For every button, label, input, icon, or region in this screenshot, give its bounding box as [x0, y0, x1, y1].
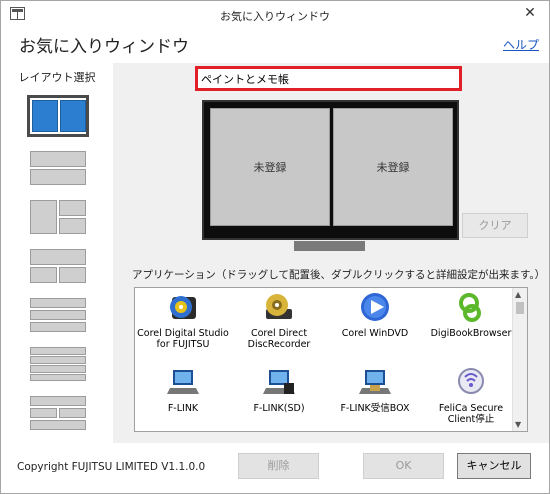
- layout-cell: [30, 420, 86, 430]
- app-name-line1: F-LINK受信BOX: [340, 403, 410, 414]
- layout-cell: [30, 408, 57, 418]
- app-name-line1: Corel WinDVD: [341, 328, 409, 339]
- app-item-f-link[interactable]: F-LINK: [135, 366, 231, 414]
- dvd-play-icon: [361, 293, 389, 321]
- layout-cell: [30, 298, 86, 308]
- layout-cell: [30, 356, 86, 364]
- layout-option-two-vertical[interactable]: [27, 95, 89, 137]
- app-item-corel-direct-discrecorder[interactable]: Corel Direct DiscRecorder: [231, 291, 327, 350]
- slot-1-label: 未登録: [253, 161, 287, 174]
- layout-option-four-rows[interactable]: [27, 343, 89, 385]
- laptop-inbox-icon: [359, 370, 391, 394]
- disc-recorder-icon: [266, 294, 292, 319]
- slot-2[interactable]: 未登録: [333, 108, 453, 226]
- app-item-digibookbrowser[interactable]: DigiBookBrowser: [423, 291, 519, 339]
- slot-2-label: 未登録: [376, 161, 410, 174]
- layout-option-three-left-large[interactable]: [27, 196, 89, 238]
- app-name-line2: DiscRecorder: [247, 339, 311, 350]
- app-name-line1: DigiBookBrowser: [430, 328, 512, 339]
- laptop-sd-icon: [263, 370, 295, 394]
- app-name-line1: FeliCa Secure: [438, 403, 504, 414]
- close-icon[interactable]: ✕: [519, 3, 541, 23]
- clear-button[interactable]: クリア: [462, 213, 528, 238]
- favorite-name-input[interactable]: [198, 69, 459, 88]
- ok-button[interactable]: OK: [363, 453, 444, 479]
- layout-option-four-grid[interactable]: [27, 392, 89, 434]
- app-name-line1: F-LINK: [167, 403, 199, 414]
- felica-icon: [458, 368, 484, 394]
- app-list-scrollbar[interactable]: ▲ ▼: [512, 288, 527, 431]
- layout-sidebar: レイアウト選択: [1, 63, 113, 443]
- app-name-line2: for FUJITSU: [156, 339, 210, 350]
- layout-select-label: レイアウト選択: [18, 71, 96, 84]
- layout-cell: [59, 218, 86, 234]
- layout-cell: [30, 200, 57, 234]
- app-name-line1: F-LINK(SD): [253, 403, 305, 414]
- layout-cell: [30, 310, 86, 320]
- cancel-button[interactable]: キャンセル: [457, 453, 531, 479]
- app-item-felica-secure-client[interactable]: FeliCa Secure Client停止: [423, 366, 519, 425]
- layout-cell: [30, 249, 86, 265]
- laptop-icon: [167, 370, 199, 394]
- scroll-thumb[interactable]: [516, 302, 524, 314]
- app-item-f-link-sd[interactable]: F-LINK(SD): [231, 366, 327, 414]
- app-section: アプリケーション（ドラッグして配置後、ダブルクリックすると詳細設定が出来ます。）…: [113, 251, 549, 443]
- page-title: お気に入りウィンドウ: [19, 37, 189, 57]
- layout-option-three-rows[interactable]: [27, 294, 89, 336]
- layout-cell: [30, 322, 86, 332]
- app-item-corel-digital-studio[interactable]: Corel Digital Studio for FUJITSU: [135, 291, 231, 350]
- favorite-name-field[interactable]: [195, 66, 462, 91]
- help-link[interactable]: ヘルプ: [503, 36, 539, 53]
- app-instruction-label: アプリケーション（ドラッグして配置後、ダブルクリックすると詳細設定が出来ます。）: [132, 269, 546, 281]
- header: お気に入りウィンドウ ヘルプ: [1, 29, 549, 63]
- layout-cell: [59, 267, 86, 283]
- layout-cell: [30, 347, 86, 355]
- title-bar: お気に入りウィンドウ ✕: [1, 1, 549, 29]
- layout-cell: [30, 267, 57, 283]
- corel-disc-icon: [170, 296, 196, 319]
- layout-cell: [32, 100, 58, 132]
- layout-cell: [30, 169, 86, 185]
- layout-option-three-top-large[interactable]: [27, 245, 89, 287]
- copyright-text: Copyright FUJITSU LIMITED V1.1.0.0: [17, 461, 206, 473]
- layout-cell: [59, 200, 86, 216]
- app-name-line1: Corel Direct: [250, 328, 308, 339]
- slot-1[interactable]: 未登録: [210, 108, 330, 226]
- app-list[interactable]: Corel Digital Studio for FUJITSU Corel D…: [134, 287, 528, 432]
- app-name-line1: Corel Digital Studio: [137, 328, 229, 339]
- layout-cell: [30, 396, 86, 406]
- layout-option-two-horizontal[interactable]: [27, 147, 89, 189]
- preview-area: 未登録 未登録 クリア: [113, 63, 549, 251]
- layout-cell: [30, 374, 86, 381]
- scroll-up-icon[interactable]: ▲: [515, 290, 521, 299]
- monitor-preview: 未登録 未登録: [202, 100, 459, 240]
- layout-cell: [59, 408, 86, 418]
- layout-cell: [30, 151, 86, 167]
- favorites-window: お気に入りウィンドウ ✕ お気に入りウィンドウ ヘルプ レイアウト選択 ペイント…: [0, 0, 550, 494]
- layout-cell: [60, 100, 86, 132]
- app-item-corel-windvd[interactable]: Corel WinDVD: [327, 291, 423, 339]
- digibook-icon: [459, 293, 481, 322]
- app-name-line2: Client停止: [447, 414, 495, 425]
- delete-button[interactable]: 削除: [238, 453, 319, 479]
- app-item-f-link-inbox[interactable]: F-LINK受信BOX: [327, 366, 423, 414]
- scroll-down-icon[interactable]: ▼: [515, 420, 521, 429]
- layout-cell: [30, 365, 86, 373]
- window-title: お気に入りウィンドウ: [220, 10, 330, 23]
- monitor-stand: [294, 241, 365, 251]
- footer: Copyright FUJITSU LIMITED V1.1.0.0 削除 OK…: [1, 443, 549, 493]
